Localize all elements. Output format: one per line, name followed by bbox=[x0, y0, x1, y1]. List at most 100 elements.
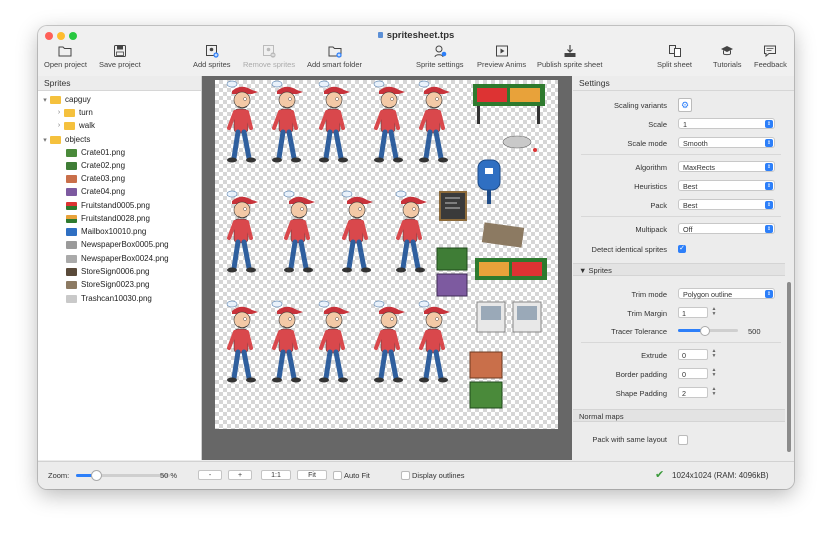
tree-file[interactable]: StoreSign0023.png bbox=[66, 278, 150, 291]
trim-mode-label: Trim mode bbox=[631, 290, 667, 299]
tree-file[interactable]: StoreSign0006.png bbox=[66, 265, 150, 278]
sprite-sheet-canvas[interactable] bbox=[215, 80, 558, 429]
extrude-field[interactable]: 0 bbox=[678, 349, 708, 360]
folder-open-icon bbox=[58, 46, 72, 57]
chevron-down-icon[interactable]: ▾ bbox=[40, 136, 50, 144]
save-project-button[interactable]: Save project bbox=[99, 44, 141, 74]
tree-file[interactable]: Crate04.png bbox=[66, 185, 125, 198]
slider-knob[interactable] bbox=[699, 326, 710, 336]
tracer-tolerance-label: Tracer Tolerance bbox=[611, 327, 667, 336]
tree-file[interactable]: Crate02.png bbox=[66, 159, 125, 172]
trim-margin-field[interactable]: 1 bbox=[678, 307, 708, 318]
tree-file[interactable]: Crate03.png bbox=[66, 172, 125, 185]
algorithm-label: Algorithm bbox=[635, 163, 667, 172]
tree-file[interactable]: Mailbox10010.png bbox=[66, 225, 146, 238]
tree-file[interactable]: Crate01.png bbox=[66, 146, 125, 159]
trim-mode-select[interactable]: Polygon outline ⇕ bbox=[678, 288, 775, 299]
store-sign-icon bbox=[66, 267, 77, 276]
pack-select[interactable]: Best ⇕ bbox=[678, 199, 775, 210]
newspaper-box-icon bbox=[66, 254, 77, 263]
tree-folder-capguy[interactable]: ▾ capguy bbox=[40, 93, 91, 106]
zoom-actual-button[interactable]: 1:1 bbox=[261, 470, 291, 480]
remove-image-icon bbox=[263, 45, 276, 58]
tree-label: Crate03.png bbox=[81, 174, 126, 183]
tree-label: StoreSign0023.png bbox=[81, 280, 150, 289]
multipack-row: Multipack Off ⇕ bbox=[573, 222, 785, 237]
normal-maps-section-header[interactable]: Normal maps bbox=[573, 409, 785, 422]
scale-mode-row: Scale mode Smooth ⇕ bbox=[573, 136, 785, 151]
add-sprites-label: Add sprites bbox=[193, 60, 231, 69]
zoom-in-button[interactable]: + bbox=[228, 470, 252, 480]
border-padding-row: Border padding 0 ▲ ▼ bbox=[573, 367, 785, 382]
publish-icon bbox=[564, 45, 576, 57]
tree-folder-turn[interactable]: › turn bbox=[54, 106, 93, 119]
tree-label: StoreSign0006.png bbox=[81, 267, 150, 276]
scale-mode-select[interactable]: Smooth ⇕ bbox=[678, 137, 775, 148]
tree-label: objects bbox=[65, 135, 91, 144]
play-icon bbox=[495, 45, 508, 57]
chevron-right-icon[interactable]: › bbox=[54, 122, 64, 129]
add-sprites-button[interactable]: Add sprites bbox=[193, 44, 231, 74]
display-outlines-checkbox[interactable] bbox=[401, 471, 410, 480]
gear-icon[interactable]: ⚙ bbox=[678, 98, 692, 112]
zoom-slider[interactable] bbox=[76, 470, 170, 481]
tree-file[interactable]: Trashcan10030.png bbox=[66, 292, 152, 305]
add-smart-folder-button[interactable]: Add smart folder bbox=[307, 44, 362, 74]
folder-icon bbox=[50, 95, 61, 104]
feedback-button[interactable]: Feedback bbox=[754, 44, 787, 74]
sprite-settings-button[interactable]: Sprite settings bbox=[416, 44, 464, 74]
scale-mode-value: Smooth bbox=[683, 139, 708, 148]
scaling-variants-row: Scaling variants ⚙ bbox=[573, 98, 785, 113]
extrude-stepper[interactable]: ▲ ▼ bbox=[711, 349, 717, 360]
divider bbox=[581, 342, 781, 343]
sprites-section-header[interactable]: ▼ Sprites bbox=[573, 263, 785, 276]
window-title: spritesheet.tps bbox=[38, 30, 794, 41]
shape-padding-stepper[interactable]: ▲ ▼ bbox=[711, 387, 717, 398]
tree-folder-objects[interactable]: ▾ objects bbox=[40, 133, 90, 146]
settings-panel: Settings Scaling variants ⚙ Scale 1 ⇕ Sca… bbox=[573, 76, 794, 460]
pack-value: Best bbox=[683, 201, 698, 210]
chevron-right-icon[interactable]: › bbox=[54, 109, 64, 116]
heuristics-select[interactable]: Best ⇕ bbox=[678, 180, 775, 191]
detect-identical-row: Detect identical sprites ✓ bbox=[573, 242, 785, 257]
shape-padding-field[interactable]: 2 bbox=[678, 387, 708, 398]
tree-file[interactable]: NewspaperBox0024.png bbox=[66, 252, 169, 265]
shape-padding-row: Shape Padding 2 ▲ ▼ bbox=[573, 386, 785, 401]
sprite-sheet-view[interactable] bbox=[202, 76, 572, 460]
scrollbar-thumb[interactable] bbox=[787, 282, 791, 452]
multipack-select[interactable]: Off ⇕ bbox=[678, 223, 775, 234]
sprite-settings-label: Sprite settings bbox=[416, 60, 464, 69]
crate-icon bbox=[66, 148, 77, 157]
pack-same-layout-label: Pack with same layout bbox=[592, 435, 667, 444]
settings-scrollbar[interactable] bbox=[787, 92, 792, 458]
multipack-label: Multipack bbox=[635, 225, 667, 234]
store-sign-icon bbox=[66, 280, 77, 289]
pack-same-layout-checkbox[interactable] bbox=[678, 435, 688, 445]
scale-select[interactable]: 1 ⇕ bbox=[678, 118, 775, 129]
zoom-fit-button[interactable]: Fit bbox=[297, 470, 327, 480]
remove-sprites-button[interactable]: Remove sprites bbox=[243, 44, 295, 74]
slider-knob[interactable] bbox=[90, 470, 102, 481]
split-sheet-button[interactable]: Split sheet bbox=[657, 44, 692, 74]
preview-anims-button[interactable]: Preview Anims bbox=[477, 44, 526, 74]
tree-file[interactable]: NewspaperBox0005.png bbox=[66, 238, 169, 251]
tree-file[interactable]: Fruitstand0005.png bbox=[66, 199, 150, 212]
zoom-out-button[interactable]: - bbox=[198, 470, 222, 480]
auto-fit-checkbox[interactable] bbox=[333, 471, 342, 480]
open-project-label: Open project bbox=[44, 60, 87, 69]
save-icon bbox=[113, 45, 126, 57]
tree-label: Mailbox10010.png bbox=[81, 227, 147, 236]
trim-margin-stepper[interactable]: ▲ ▼ bbox=[711, 307, 717, 318]
tree-folder-walk[interactable]: › walk bbox=[54, 119, 95, 132]
publish-sprite-sheet-button[interactable]: Publish sprite sheet bbox=[537, 44, 602, 74]
border-padding-stepper[interactable]: ▲ ▼ bbox=[711, 368, 717, 379]
open-project-button[interactable]: Open project bbox=[44, 44, 87, 74]
detect-identical-checkbox[interactable]: ✓ bbox=[678, 245, 686, 253]
tutorials-button[interactable]: Tutorials bbox=[713, 44, 741, 74]
tracer-tolerance-slider[interactable] bbox=[678, 326, 738, 336]
algorithm-select[interactable]: MaxRects ⇕ bbox=[678, 161, 775, 172]
tree-file[interactable]: Fruitstand0028.png bbox=[66, 212, 150, 225]
chevron-down-icon[interactable]: ▾ bbox=[40, 96, 50, 104]
border-padding-field[interactable]: 0 bbox=[678, 368, 708, 379]
tree-label: Crate04.png bbox=[81, 187, 126, 196]
